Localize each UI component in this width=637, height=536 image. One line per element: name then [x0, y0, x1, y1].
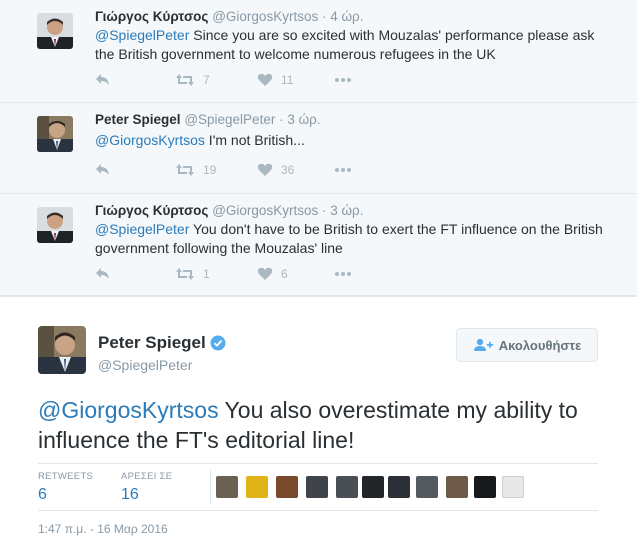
likes-value: 16 [121, 486, 139, 503]
retweet-count: 19 [203, 163, 217, 177]
more-button[interactable] [334, 271, 352, 277]
like-count: 36 [281, 163, 295, 177]
retweet-count: 1 [203, 267, 210, 281]
retweet-icon [176, 164, 194, 176]
liker-avatar[interactable] [246, 476, 268, 498]
reply-icon [96, 164, 109, 175]
liker-avatar[interactable] [362, 476, 384, 498]
more-button[interactable] [334, 77, 352, 83]
main-tweet: Peter Spiegel @SpiegelPeter Ακολουθήστε … [0, 296, 637, 536]
retweet-button[interactable]: 1 [175, 267, 257, 281]
liker-avatar[interactable] [336, 476, 358, 498]
tweet-text: @GiorgosKyrtsos I'm not British... [95, 131, 615, 150]
liker-avatar[interactable] [446, 476, 468, 498]
liker-avatar[interactable] [276, 476, 298, 498]
avatar[interactable] [37, 13, 73, 49]
retweet-icon [176, 74, 194, 86]
retweets-stat[interactable]: RETWEETS 6 [38, 471, 93, 504]
retweets-label: RETWEETS [38, 471, 94, 482]
verified-badge-icon [210, 335, 226, 351]
liker-avatar[interactable] [474, 476, 496, 498]
reply-button[interactable] [95, 163, 175, 177]
reply-button[interactable] [95, 267, 175, 281]
liker-avatar[interactable] [416, 476, 438, 498]
heart-icon [257, 163, 273, 176]
like-button[interactable]: 11 [257, 73, 334, 87]
tweet-text: @SpiegelPeter Since you are so excited w… [95, 26, 615, 64]
retweet-button[interactable]: 7 [175, 73, 257, 87]
likes-stat[interactable]: ΑΡΕΣΕΙ ΣΕ 16 [121, 471, 172, 504]
retweet-icon [176, 268, 194, 280]
author-handle[interactable]: @GiorgosKyrtsos [212, 9, 318, 24]
like-count: 11 [281, 73, 294, 87]
like-button[interactable]: 6 [257, 267, 334, 281]
author-name[interactable]: Peter Spiegel [95, 112, 181, 127]
liker-avatar[interactable] [502, 476, 524, 498]
follow-button[interactable]: Ακολουθήστε [456, 328, 598, 362]
more-icon [335, 168, 351, 172]
tweet-stats: RETWEETS 6 ΑΡΕΣΕΙ ΣΕ 16 [38, 463, 598, 511]
tweet-text: @SpiegelPeter You don't have to be Briti… [95, 220, 615, 258]
retweet-count: 7 [203, 73, 210, 87]
liker-avatar[interactable] [306, 476, 328, 498]
tweet-text: @GiorgosKyrtsos You also overestimate my… [38, 395, 598, 455]
reply-button[interactable] [95, 73, 175, 87]
reply-tweet[interactable]: Peter Spiegel @SpiegelPeter · 3 ώρ. @Gio… [0, 103, 637, 194]
reply-icon [96, 74, 109, 85]
author-name[interactable]: Γιώργος Κύρτσος [95, 203, 208, 218]
retweets-value: 6 [38, 486, 47, 503]
mention-link[interactable]: @GiorgosKyrtsos [38, 397, 219, 423]
liker-avatar[interactable] [388, 476, 410, 498]
tweet-time[interactable]: · 3 ώρ. [322, 203, 363, 218]
reply-icon [96, 268, 109, 279]
retweet-button[interactable]: 19 [175, 163, 257, 177]
tweet-body: I'm not British... [204, 132, 305, 148]
follow-label: Ακολουθήστε [498, 337, 582, 353]
avatar[interactable] [37, 116, 73, 152]
reply-tweet[interactable]: Γιώργος Κύρτσος @GiorgosKyrtsos · 4 ώρ. … [0, 0, 637, 103]
heart-icon [257, 73, 273, 86]
more-button[interactable] [334, 167, 352, 173]
author-name[interactable]: Peter Spiegel [98, 333, 206, 353]
like-count: 6 [281, 267, 288, 281]
author-handle[interactable]: @GiorgosKyrtsos [212, 203, 318, 218]
mention-link[interactable]: @GiorgosKyrtsos [95, 132, 205, 148]
author-name[interactable]: Γιώργος Κύρτσος [95, 9, 208, 24]
mention-link[interactable]: @SpiegelPeter [95, 27, 189, 43]
avatar[interactable] [38, 326, 86, 374]
stats-divider [210, 470, 211, 504]
like-button[interactable]: 36 [257, 163, 334, 177]
tweet-time[interactable]: · 4 ώρ. [322, 9, 363, 24]
mention-link[interactable]: @SpiegelPeter [95, 221, 189, 237]
avatar[interactable] [37, 207, 73, 243]
reply-tweet[interactable]: Γιώργος Κύρτσος @GiorgosKyrtsos · 3 ώρ. … [0, 194, 637, 296]
tweet-time[interactable]: · 3 ώρ. [279, 112, 320, 127]
more-icon [335, 272, 351, 276]
heart-icon [257, 267, 273, 280]
more-icon [335, 78, 351, 82]
tweet-timestamp[interactable]: 1:47 π.μ. - 16 Μαρ 2016 [38, 522, 168, 536]
likes-label: ΑΡΕΣΕΙ ΣΕ [121, 471, 173, 482]
follow-user-icon [473, 338, 493, 351]
author-handle[interactable]: @SpiegelPeter [98, 357, 192, 373]
author-handle[interactable]: @SpiegelPeter [184, 112, 275, 127]
liker-avatar[interactable] [216, 476, 238, 498]
